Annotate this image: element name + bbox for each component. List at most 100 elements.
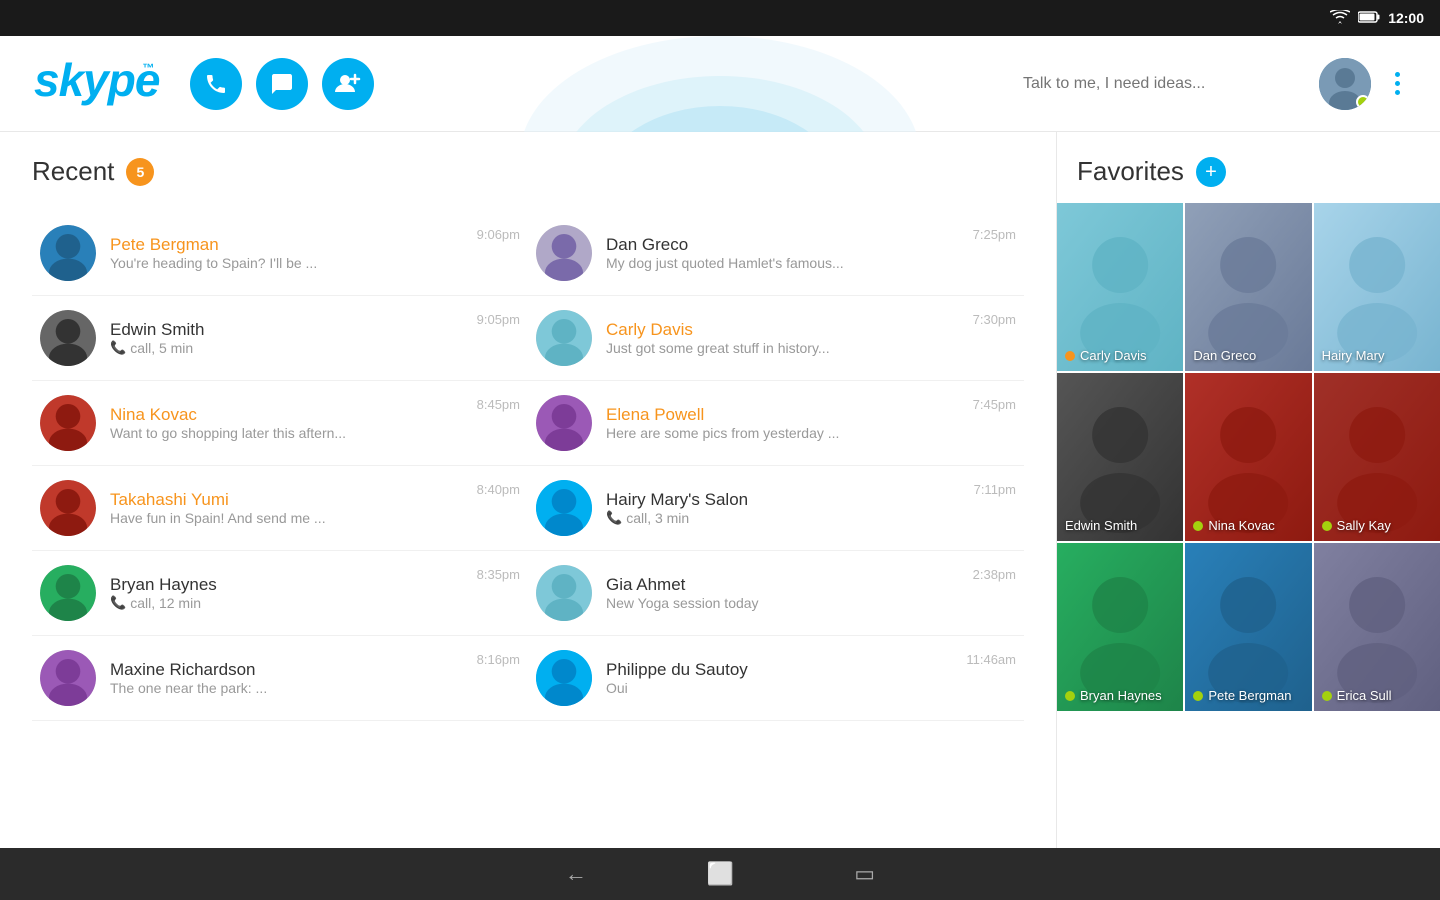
contact-avatar-philippe-du-sautoy	[536, 650, 592, 706]
call-icon: 📞	[606, 510, 622, 526]
contact-avatar-nina-kovac	[40, 395, 96, 451]
contact-item-dan-greco[interactable]: Dan Greco My dog just quoted Hamlet's fa…	[528, 211, 1024, 296]
contact-preview-takahashi-yumi: Have fun in Spain! And send me ...	[110, 510, 469, 526]
contact-avatar-maxine-richardson	[40, 650, 96, 706]
call-icon: 📞	[110, 340, 126, 356]
contact-time-elena-powell: 7:45pm	[973, 397, 1016, 412]
contact-name-maxine-richardson: Maxine Richardson	[110, 660, 469, 680]
fav-name-bryan-haynes-fav: Bryan Haynes	[1065, 688, 1179, 703]
contact-time-bryan-haynes: 8:35pm	[477, 567, 520, 582]
svg-text:™: ™	[142, 61, 154, 75]
contact-info-carly-davis: Carly Davis Just got some great stuff in…	[606, 320, 965, 356]
fav-name-nina-kovac-fav: Nina Kovac	[1193, 518, 1307, 533]
main-content: Recent 5 Pete Bergman You're heading to …	[0, 132, 1440, 848]
recent-section: Recent 5 Pete Bergman You're heading to …	[0, 132, 1056, 848]
contact-name-dan-greco: Dan Greco	[606, 235, 965, 255]
contact-time-edwin-smith: 9:05pm	[477, 312, 520, 327]
contact-time-nina-kovac: 8:45pm	[477, 397, 520, 412]
contact-name-carly-davis: Carly Davis	[606, 320, 965, 340]
contact-name-takahashi-yumi: Takahashi Yumi	[110, 490, 469, 510]
contact-time-gia-ahmet: 2:38pm	[973, 567, 1016, 582]
online-dot-bryan-haynes-fav	[1065, 691, 1075, 701]
recent-badge: 5	[126, 158, 154, 186]
contact-time-hairy-marys-salon: 7:11pm	[974, 482, 1016, 497]
contacts-list: Pete Bergman You're heading to Spain? I'…	[32, 211, 1024, 721]
fav-item-hairy-mary-fav[interactable]: Hairy Mary	[1314, 203, 1440, 371]
fav-item-pete-bergman-fav[interactable]: Pete Bergman	[1185, 543, 1311, 711]
recent-title: Recent	[32, 156, 114, 187]
fav-item-erica-sull-fav[interactable]: Erica Sull	[1314, 543, 1440, 711]
fav-item-sally-kay-fav[interactable]: Sally Kay	[1314, 373, 1440, 541]
favorites-header: Favorites +	[1057, 156, 1440, 187]
nav-recent-button[interactable]: ▭	[854, 861, 875, 887]
contact-info-nina-kovac: Nina Kovac Want to go shopping later thi…	[110, 405, 469, 441]
contact-name-elena-powell: Elena Powell	[606, 405, 965, 425]
current-user-avatar[interactable]	[1319, 58, 1371, 110]
contact-time-pete-bergman: 9:06pm	[477, 227, 520, 242]
status-bar: 12:00	[0, 0, 1440, 36]
contact-time-maxine-richardson: 8:16pm	[477, 652, 520, 667]
more-options-button[interactable]	[1387, 64, 1408, 103]
fav-name-dan-greco-fav: Dan Greco	[1193, 348, 1307, 363]
online-status-dot	[1356, 95, 1370, 109]
nav-back-button[interactable]: ←	[565, 861, 587, 887]
contact-item-elena-powell[interactable]: Elena Powell Here are some pics from yes…	[528, 381, 1024, 466]
fav-item-bryan-haynes-fav[interactable]: Bryan Haynes	[1057, 543, 1183, 711]
add-favorite-button[interactable]: +	[1196, 157, 1226, 187]
contact-item-pete-bergman[interactable]: Pete Bergman You're heading to Spain? I'…	[32, 211, 528, 296]
contact-preview-elena-powell: Here are some pics from yesterday ...	[606, 425, 965, 441]
fav-name-pete-bergman-fav: Pete Bergman	[1193, 688, 1307, 703]
wifi-icon	[1330, 10, 1350, 27]
favorites-grid: Carly Davis Dan Greco	[1057, 203, 1440, 711]
fav-name-edwin-smith-fav: Edwin Smith	[1065, 518, 1179, 533]
contact-info-elena-powell: Elena Powell Here are some pics from yes…	[606, 405, 965, 441]
contact-preview-philippe-du-sautoy: Oui	[606, 680, 958, 696]
contact-avatar-edwin-smith	[40, 310, 96, 366]
nav-home-button[interactable]: ⬜	[707, 861, 734, 887]
search-container[interactable]	[1023, 75, 1303, 93]
battery-icon	[1358, 11, 1380, 26]
skype-logo: skype ™	[32, 52, 162, 116]
fav-item-dan-greco-fav[interactable]: Dan Greco	[1185, 203, 1311, 371]
contact-preview-hairy-marys-salon: 📞call, 3 min	[606, 510, 966, 526]
contact-preview-pete-bergman: You're heading to Spain? I'll be ...	[110, 255, 469, 271]
fav-name-carly-davis-fav: Carly Davis	[1065, 348, 1179, 363]
contact-item-hairy-marys-salon[interactable]: Hairy Mary's Salon 📞call, 3 min 7:11pm	[528, 466, 1024, 551]
chat-button[interactable]	[256, 58, 308, 110]
contact-avatar-gia-ahmet	[536, 565, 592, 621]
call-button[interactable]	[190, 58, 242, 110]
contact-item-carly-davis[interactable]: Carly Davis Just got some great stuff in…	[528, 296, 1024, 381]
contact-item-nina-kovac[interactable]: Nina Kovac Want to go shopping later thi…	[32, 381, 528, 466]
contact-item-edwin-smith[interactable]: Edwin Smith 📞call, 5 min 9:05pm	[32, 296, 528, 381]
search-input[interactable]	[1023, 75, 1303, 93]
svg-text:skype: skype	[34, 54, 160, 106]
contact-item-philippe-du-sautoy[interactable]: Philippe du Sautoy Oui 11:46am	[528, 636, 1024, 721]
contact-avatar-bryan-haynes	[40, 565, 96, 621]
contact-info-philippe-du-sautoy: Philippe du Sautoy Oui	[606, 660, 958, 696]
contact-name-edwin-smith: Edwin Smith	[110, 320, 469, 340]
contact-preview-gia-ahmet: New Yoga session today	[606, 595, 965, 611]
header-right	[1023, 58, 1408, 110]
contact-item-takahashi-yumi[interactable]: Takahashi Yumi Have fun in Spain! And se…	[32, 466, 528, 551]
fav-item-carly-davis-fav[interactable]: Carly Davis	[1057, 203, 1183, 371]
status-time: 12:00	[1388, 10, 1424, 26]
header: skype ™	[0, 36, 1440, 132]
contact-time-carly-davis: 7:30pm	[973, 312, 1016, 327]
contact-info-maxine-richardson: Maxine Richardson The one near the park:…	[110, 660, 469, 696]
contact-item-gia-ahmet[interactable]: Gia Ahmet New Yoga session today 2:38pm	[528, 551, 1024, 636]
contact-avatar-hairy-marys-salon	[536, 480, 592, 536]
contact-name-hairy-marys-salon: Hairy Mary's Salon	[606, 490, 966, 510]
contact-info-gia-ahmet: Gia Ahmet New Yoga session today	[606, 575, 965, 611]
fav-item-edwin-smith-fav[interactable]: Edwin Smith	[1057, 373, 1183, 541]
contact-item-maxine-richardson[interactable]: Maxine Richardson The one near the park:…	[32, 636, 528, 721]
online-dot-sally-kay-fav	[1322, 521, 1332, 531]
recent-section-header: Recent 5	[32, 156, 1024, 187]
add-contact-button[interactable]	[322, 58, 374, 110]
fav-item-nina-kovac-fav[interactable]: Nina Kovac	[1185, 373, 1311, 541]
online-dot-nina-kovac-fav	[1193, 521, 1203, 531]
contact-avatar-pete-bergman	[40, 225, 96, 281]
contact-item-bryan-haynes[interactable]: Bryan Haynes 📞call, 12 min 8:35pm	[32, 551, 528, 636]
contact-info-takahashi-yumi: Takahashi Yumi Have fun in Spain! And se…	[110, 490, 469, 526]
online-dot-erica-sull-fav	[1322, 691, 1332, 701]
contact-info-dan-greco: Dan Greco My dog just quoted Hamlet's fa…	[606, 235, 965, 271]
